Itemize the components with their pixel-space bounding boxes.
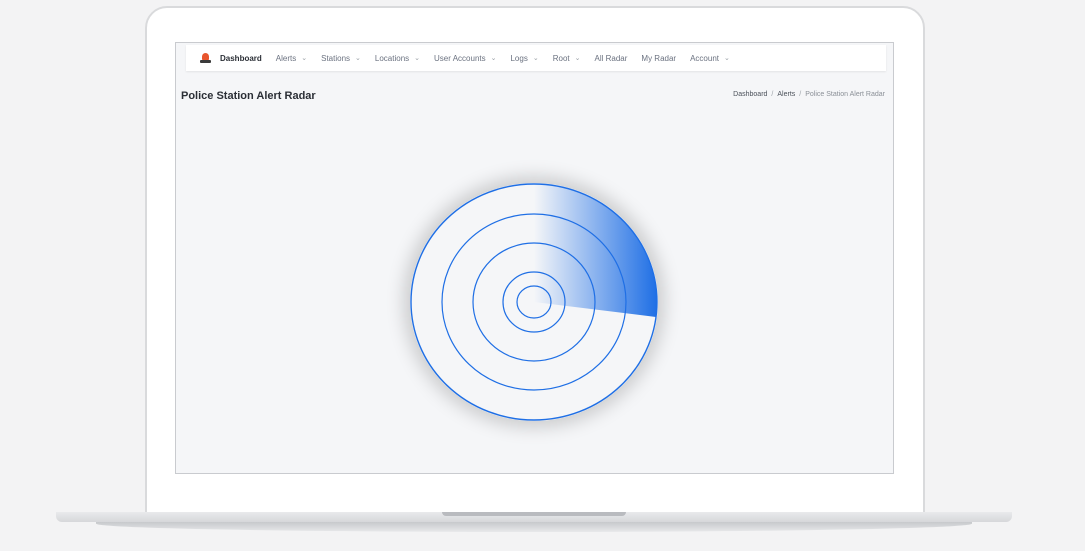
laptop-foot: [96, 522, 972, 532]
nav-item-label: Logs: [510, 53, 528, 63]
nav-item-root[interactable]: Root ⌄: [553, 54, 581, 63]
police-siren-icon: [200, 53, 211, 63]
nav-item-label: Root: [552, 53, 570, 63]
radar-sweep: [534, 184, 657, 317]
top-navbar: Dashboard Alerts ⌄ Stations ⌄ Locations …: [186, 45, 886, 71]
nav-item-alerts[interactable]: Alerts ⌄: [276, 54, 307, 63]
nav-item-label: My Radar: [641, 53, 677, 63]
nav-brand[interactable]: Dashboard: [200, 53, 262, 63]
nav-item-account[interactable]: Account ⌄: [690, 54, 730, 63]
chevron-down-icon: ⌄: [724, 55, 730, 62]
nav-item-my-radar[interactable]: My Radar: [641, 54, 676, 63]
nav-item-label: Account: [690, 53, 719, 63]
nav-item-stations[interactable]: Stations ⌄: [321, 54, 361, 63]
alert-radar: [410, 183, 658, 421]
chevron-down-icon: ⌄: [532, 55, 539, 62]
nav-item-label: Alerts: [275, 53, 297, 63]
nav-item-user-accounts[interactable]: User Accounts ⌄: [434, 54, 496, 63]
page-title: Police Station Alert Radar: [181, 90, 316, 102]
chevron-down-icon: ⌄: [490, 55, 497, 62]
laptop-mockup: Dashboard Alerts ⌄ Stations ⌄ Locations …: [0, 0, 1085, 551]
breadcrumb-current: Police Station Alert Radar: [805, 91, 885, 98]
nav-item-label: Stations: [321, 53, 351, 63]
breadcrumb-link-dashboard[interactable]: Dashboard: [733, 91, 767, 98]
nav-item-label: All Radar: [594, 53, 628, 63]
laptop-base: [56, 512, 1012, 532]
chevron-down-icon: ⌄: [414, 55, 421, 62]
breadcrumb-separator: /: [771, 91, 774, 98]
nav-item-label: Locations: [374, 53, 410, 63]
nav-item-logs[interactable]: Logs ⌄: [510, 54, 538, 63]
radar-graphic: [410, 183, 658, 421]
breadcrumb-link-alerts[interactable]: Alerts: [777, 91, 795, 98]
app-screen: Dashboard Alerts ⌄ Stations ⌄ Locations …: [175, 42, 894, 474]
nav-item-label: User Accounts: [434, 53, 486, 63]
chevron-down-icon: ⌄: [355, 55, 361, 62]
breadcrumb-separator: /: [799, 91, 802, 98]
breadcrumb: Dashboard / Alerts / Police Station Aler…: [733, 91, 885, 98]
nav-brand-label: Dashboard: [220, 53, 262, 63]
nav-item-all-radar[interactable]: All Radar: [595, 54, 628, 63]
nav-item-locations[interactable]: Locations ⌄: [375, 54, 420, 63]
chevron-down-icon: ⌄: [574, 55, 581, 62]
chevron-down-icon: ⌄: [301, 55, 308, 62]
laptop-notch: [442, 512, 626, 516]
